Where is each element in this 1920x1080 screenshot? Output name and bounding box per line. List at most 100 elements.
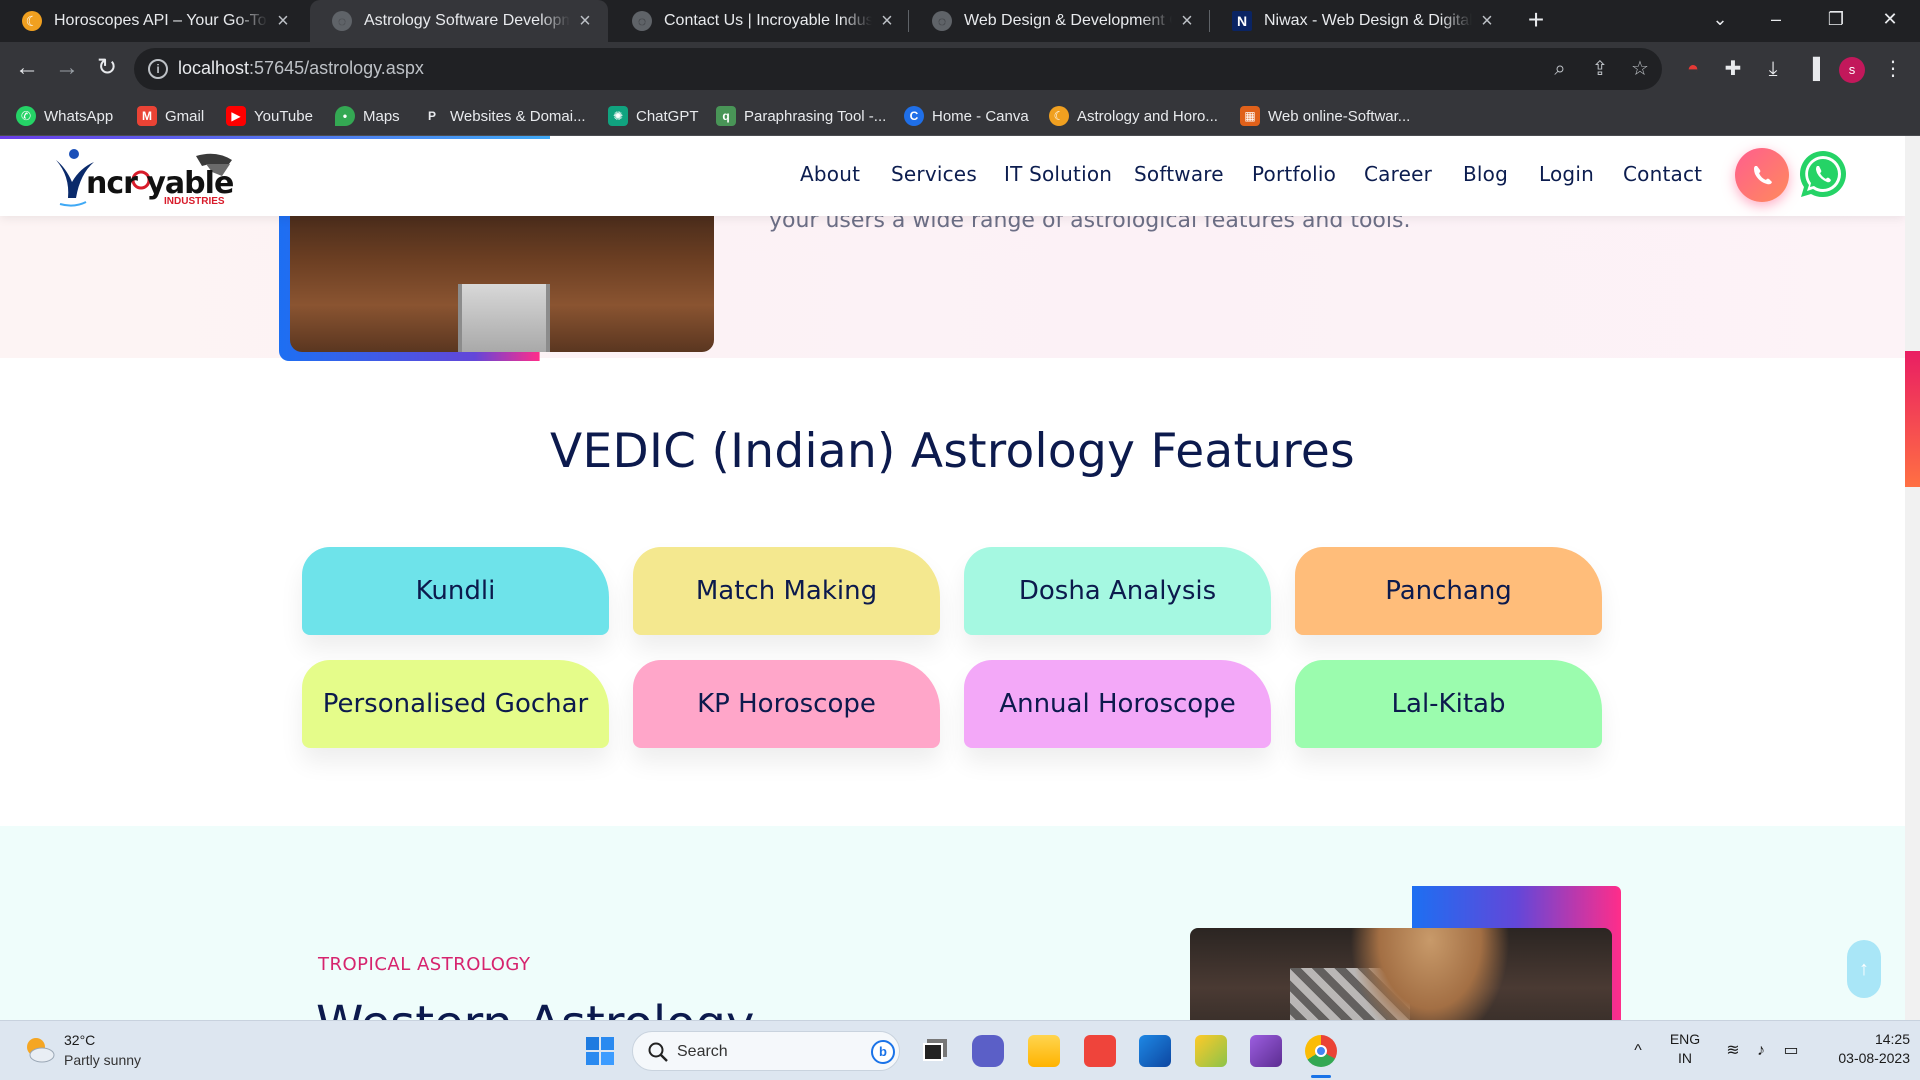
bookmark-canva[interactable]: C Home - Canva	[904, 105, 1029, 127]
nav-blog[interactable]: Blog	[1463, 162, 1508, 186]
volume-icon[interactable]: ♪	[1750, 1040, 1772, 1062]
bookmark-web-online-software[interactable]: ▦ Web online-Softwar...	[1240, 105, 1410, 127]
region-code: IN	[1678, 1050, 1692, 1066]
bookmark-maps[interactable]: • Maps	[335, 105, 400, 127]
bookmark-chatgpt[interactable]: ✺ ChatGPT	[608, 105, 699, 127]
nav-about[interactable]: About	[800, 162, 860, 186]
maps-icon: •	[335, 106, 355, 126]
start-windows-icon[interactable]	[584, 1035, 616, 1067]
bookmark-youtube[interactable]: ▶ YouTube	[226, 105, 313, 127]
incroyable-logo[interactable]: ncr yable INDUSTRIES	[46, 146, 236, 210]
browser-tab-niwax[interactable]: N Niwax - Web Design & Digital Marketing…	[1210, 0, 1510, 42]
battery-icon[interactable]: ▭	[1780, 1040, 1802, 1062]
nav-contact[interactable]: Contact	[1623, 162, 1702, 186]
browser-tab-astrology-software[interactable]: ◌ Astrology Software Development ×	[310, 0, 608, 42]
browser-tab-horoscopes-api[interactable]: ☾ Horoscopes API – Your Go-To Solution ×	[0, 0, 306, 42]
side-panel-icon[interactable]: ▐	[1798, 54, 1828, 84]
browser-tab-web-design[interactable]: ◌ Web Design & Development Company ×	[910, 0, 1210, 42]
close-tab-icon[interactable]: ×	[268, 10, 298, 33]
nav-portfolio[interactable]: Portfolio	[1252, 162, 1336, 186]
browser-tab-contact-us[interactable]: ◌ Contact Us | Incroyable Industries ×	[610, 0, 910, 42]
new-tab-button[interactable]: +	[1519, 4, 1553, 38]
bookmark-paraphrasing-tool[interactable]: q Paraphrasing Tool -...	[716, 105, 886, 127]
close-tab-icon[interactable]: ×	[570, 10, 600, 33]
close-tab-icon[interactable]: ×	[1472, 10, 1502, 33]
nav-services[interactable]: Services	[891, 162, 977, 186]
language-indicator[interactable]: ENG IN	[1665, 1031, 1705, 1066]
nav-career[interactable]: Career	[1364, 162, 1432, 186]
nav-software[interactable]: Software	[1134, 162, 1224, 186]
show-hidden-icons-chevron-icon[interactable]: ^	[1627, 1040, 1649, 1062]
site-header: ncr yable INDUSTRIES About Services IT S…	[0, 136, 1905, 216]
weather-temperature[interactable]: 32°C	[64, 1032, 95, 1048]
back-to-top-button[interactable]: ↑	[1847, 940, 1881, 998]
feature-card-dosha-analysis[interactable]: Dosha Analysis	[964, 547, 1271, 635]
astrology-icon: ☾	[1049, 106, 1069, 126]
feature-card-lal-kitab[interactable]: Lal-Kitab	[1295, 660, 1602, 748]
address-bar[interactable]: i localhost:57645/astrology.aspx ⌕ ⇪ ☆	[134, 48, 1662, 90]
snipping-tool-icon[interactable]	[1195, 1035, 1227, 1067]
bookmark-gmail[interactable]: M Gmail	[137, 105, 204, 127]
chrome-icon[interactable]	[1305, 1035, 1337, 1067]
browser-toolbar: ← → ↻ i localhost:57645/astrology.aspx ⌕…	[0, 42, 1920, 96]
whatsapp-icon: ✆	[16, 106, 36, 126]
task-view-icon[interactable]	[917, 1035, 949, 1067]
feature-card-kundli[interactable]: Kundli	[302, 547, 609, 635]
pokeball-extension-icon[interactable]: ◓	[1678, 54, 1708, 84]
bookmark-whatsapp[interactable]: ✆ WhatsApp	[16, 105, 113, 127]
language-code: ENG	[1669, 1031, 1701, 1047]
microsoft-store-icon[interactable]	[1139, 1035, 1171, 1067]
clock[interactable]: 14:25 03-08-2023	[1812, 1031, 1910, 1066]
close-tab-icon[interactable]: ×	[872, 10, 902, 33]
anydesk-icon[interactable]	[1084, 1035, 1116, 1067]
section-heading: Western Astrology	[316, 996, 754, 1020]
tab-title: Niwax - Web Design & Digital Marketing	[1264, 12, 1472, 29]
search-icon	[648, 1042, 668, 1062]
reload-button[interactable]: ↻	[90, 52, 124, 86]
bookmark-astrology-horoscope[interactable]: ☾ Astrology and Horo...	[1049, 105, 1218, 127]
back-button[interactable]: ←	[10, 52, 44, 86]
wifi-icon[interactable]: ≋	[1722, 1040, 1744, 1062]
visual-studio-icon[interactable]	[1250, 1035, 1282, 1067]
whatsapp-button[interactable]	[1797, 148, 1849, 200]
page-scrollbar[interactable]	[1905, 136, 1920, 1020]
file-explorer-icon[interactable]	[1028, 1035, 1060, 1067]
taskbar-search[interactable]: Search b	[632, 1031, 900, 1071]
close-tab-icon[interactable]: ×	[1172, 10, 1202, 33]
feature-card-panchang[interactable]: Panchang	[1295, 547, 1602, 635]
bookmark-label: Gmail	[165, 107, 205, 125]
page-viewport: your users a wide range of astrological …	[0, 136, 1905, 1020]
weather-description[interactable]: Partly sunny	[64, 1052, 141, 1068]
feature-card-personalised-gochar[interactable]: Personalised Gochar	[302, 660, 609, 748]
bing-icon[interactable]: b	[871, 1040, 895, 1064]
download-icon[interactable]: ⤓	[1758, 54, 1788, 84]
feature-card-annual-horoscope[interactable]: Annual Horoscope	[964, 660, 1271, 748]
extensions-puzzle-icon[interactable]: ✚	[1718, 54, 1748, 84]
windows-logo	[586, 1037, 614, 1065]
tab-search-chevron-icon[interactable]: ⌄	[1690, 0, 1750, 42]
site-info-icon[interactable]: i	[148, 59, 168, 79]
nav-it-solution[interactable]: IT Solution	[1004, 162, 1112, 186]
url-text[interactable]: localhost:57645/astrology.aspx	[178, 58, 424, 79]
share-icon[interactable]: ⇪	[1588, 57, 1612, 81]
profile-avatar[interactable]: s	[1839, 57, 1865, 83]
minimize-button[interactable]: –	[1746, 0, 1806, 42]
bookmark-label: WhatsApp	[44, 107, 114, 125]
forward-button[interactable]: →	[50, 52, 84, 86]
youtube-icon: ▶	[226, 106, 246, 126]
scrollbar-thumb[interactable]	[1905, 351, 1920, 487]
call-button[interactable]	[1735, 148, 1789, 202]
partly-sunny-icon[interactable]	[22, 1033, 56, 1067]
bookmark-star-icon[interactable]: ☆	[1628, 57, 1652, 81]
astrology-icon: ☾	[22, 11, 42, 31]
restore-button[interactable]: ❐	[1806, 0, 1866, 42]
menu-kebab-icon[interactable]: ⋮	[1878, 54, 1908, 84]
feature-card-kp-horoscope[interactable]: KP Horoscope	[633, 660, 940, 748]
zoom-icon[interactable]: ⌕	[1548, 57, 1572, 81]
tab-separator	[908, 10, 909, 32]
close-window-button[interactable]: ✕	[1860, 0, 1920, 42]
feature-card-match-making[interactable]: Match Making	[633, 547, 940, 635]
teams-chat-icon[interactable]	[972, 1035, 1004, 1067]
bookmark-websites-domains[interactable]: P Websites & Domai...	[422, 105, 586, 127]
nav-login[interactable]: Login	[1539, 162, 1594, 186]
